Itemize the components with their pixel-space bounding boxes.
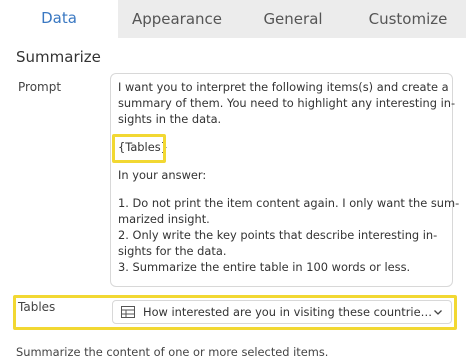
help-text: Summarize the content of one or more sel… bbox=[16, 345, 329, 359]
tab-general[interactable]: General bbox=[236, 0, 350, 38]
tab-customize[interactable]: Customize bbox=[350, 0, 466, 38]
tables-select-value: How interested are you in visiting these… bbox=[143, 305, 433, 319]
prompt-line: 1. Do not print the item content again. … bbox=[118, 196, 460, 210]
tables-label: Tables bbox=[18, 300, 56, 314]
section-title: Summarize bbox=[16, 48, 101, 66]
table-icon bbox=[121, 306, 135, 318]
prompt-line: I want you to interpret the following it… bbox=[118, 80, 449, 94]
prompt-line: sights for the data. bbox=[118, 244, 227, 258]
chevron-down-icon[interactable] bbox=[433, 307, 443, 317]
prompt-line: marized insight. bbox=[118, 212, 210, 226]
tab-appearance[interactable]: Appearance bbox=[118, 0, 236, 38]
prompt-line: summary of them. You need to highlight a… bbox=[118, 96, 456, 110]
prompt-line: 3. Summarize the entire table in 100 wor… bbox=[118, 260, 411, 274]
tab-bar: Data Appearance General Customize bbox=[0, 0, 466, 38]
tab-data[interactable]: Data bbox=[0, 0, 118, 38]
prompt-line: In your answer: bbox=[118, 168, 207, 182]
tables-token: {Tables} bbox=[118, 140, 168, 154]
prompt-line: 2. Only write the key points that descri… bbox=[118, 228, 438, 242]
prompt-line: sights in the data. bbox=[118, 112, 222, 126]
prompt-text: I want you to interpret the following it… bbox=[118, 79, 460, 275]
prompt-label: Prompt bbox=[18, 80, 62, 94]
tables-select[interactable]: How interested are you in visiting these… bbox=[112, 300, 452, 324]
